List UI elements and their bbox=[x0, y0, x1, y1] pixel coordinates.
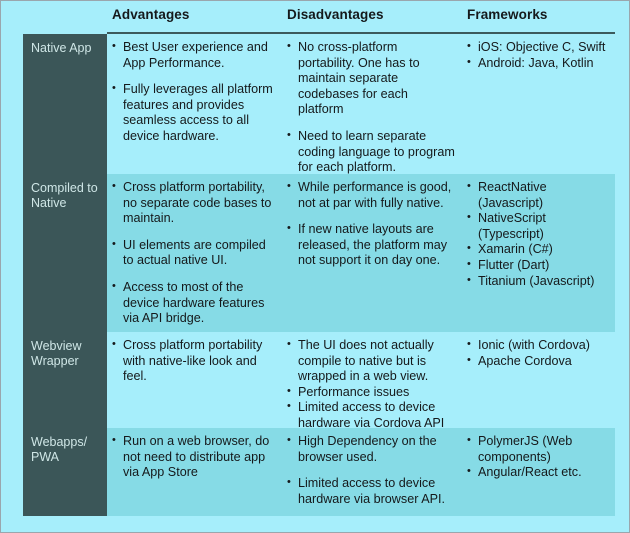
table-row: Webapps/ PWARun on a web browser, do not… bbox=[23, 428, 615, 516]
bullet-item: No cross-platform portability. One has t… bbox=[287, 39, 456, 118]
row-label-compiled-to-native: Compiled to Native bbox=[23, 174, 107, 332]
bullet-item: Best User experience and App Performance… bbox=[112, 39, 276, 71]
bullet-item: Limited access to device hardware via br… bbox=[287, 475, 456, 507]
cell-frameworks-webapps-pwa: PolymerJS (Web components)Angular/React … bbox=[462, 428, 615, 516]
bullet-item: Access to most of the device hardware fe… bbox=[112, 279, 276, 327]
bullet-item: Angular/React etc. bbox=[467, 464, 609, 481]
bullet-item: Ionic (with Cordova) bbox=[467, 337, 609, 354]
column-header-frameworks: Frameworks bbox=[467, 7, 548, 22]
bullet-item: Apache Cordova bbox=[467, 353, 609, 370]
row-label-webview-wrapper: Webview Wrapper bbox=[23, 332, 107, 428]
cell-disadvantages-webapps-pwa: High Dependency on the browser used. Limi… bbox=[282, 428, 462, 516]
table-header: Advantages Disadvantages Frameworks bbox=[107, 7, 615, 31]
table-body: Native AppBest User experience and App P… bbox=[23, 34, 615, 516]
bullet-list-disadvantages: No cross-platform portability. One has t… bbox=[287, 39, 456, 176]
bullet-item: Limited access to device hardware via Co… bbox=[287, 399, 456, 431]
bullet-item: Xamarin (C#) bbox=[467, 241, 609, 258]
bullet-item: Performance issues bbox=[287, 384, 456, 401]
cell-disadvantages-compiled-to-native: While performance is good, not at par wi… bbox=[282, 174, 462, 332]
table-row: Compiled to NativeCross platform portabi… bbox=[23, 174, 615, 332]
bullet-item: ReactNative (Javascript) bbox=[467, 179, 609, 211]
bullet-item: Titanium (Javascript) bbox=[467, 273, 609, 290]
bullet-list-frameworks: ReactNative (Javascript)NativeScript (Ty… bbox=[467, 179, 609, 290]
row-label-native-app: Native App bbox=[23, 34, 107, 174]
bullet-item: NativeScript (Typescript) bbox=[467, 210, 609, 242]
bullet-item: Cross platform portability, no separate … bbox=[112, 179, 276, 227]
bullet-list-disadvantages: High Dependency on the browser used. Limi… bbox=[287, 433, 456, 507]
bullet-list-frameworks: Ionic (with Cordova)Apache Cordova bbox=[467, 337, 609, 370]
bullet-item: Fully leverages all platform features an… bbox=[112, 81, 276, 144]
bullet-list-advantages: Best User experience and App Performance… bbox=[112, 39, 276, 145]
bullet-list-frameworks: iOS: Objective C, SwiftAndroid: Java, Ko… bbox=[467, 39, 609, 72]
column-header-disadvantages: Disadvantages bbox=[287, 7, 384, 22]
bullet-list-disadvantages: The UI does not actually compile to nati… bbox=[287, 337, 456, 432]
row-label-webapps-pwa: Webapps/ PWA bbox=[23, 428, 107, 516]
bullet-item: Android: Java, Kotlin bbox=[467, 55, 609, 72]
cell-frameworks-compiled-to-native: ReactNative (Javascript)NativeScript (Ty… bbox=[462, 174, 615, 332]
bullet-list-disadvantages: While performance is good, not at par wi… bbox=[287, 179, 456, 269]
column-header-advantages: Advantages bbox=[112, 7, 190, 22]
comparison-table-page: Advantages Disadvantages Frameworks Nati… bbox=[0, 0, 630, 533]
cell-advantages-webview-wrapper: Cross platform portability with native-l… bbox=[107, 332, 282, 428]
bullet-item: The UI does not actually compile to nati… bbox=[287, 337, 456, 385]
bullet-item: iOS: Objective C, Swift bbox=[467, 39, 609, 56]
bullet-item: UI elements are compiled to actual nativ… bbox=[112, 237, 276, 269]
bullet-list-advantages: Run on a web browser, do not need to dis… bbox=[112, 433, 276, 481]
cell-frameworks-webview-wrapper: Ionic (with Cordova)Apache Cordova bbox=[462, 332, 615, 428]
bullet-item: Need to learn separate coding language t… bbox=[287, 128, 456, 176]
bullet-item: Run on a web browser, do not need to dis… bbox=[112, 433, 276, 481]
cell-disadvantages-webview-wrapper: The UI does not actually compile to nati… bbox=[282, 332, 462, 430]
bullet-item: Cross platform portability with native-l… bbox=[112, 337, 276, 385]
table-row: Webview WrapperCross platform portabilit… bbox=[23, 332, 615, 430]
bullet-item: Flutter (Dart) bbox=[467, 257, 609, 274]
bullet-list-advantages: Cross platform portability with native-l… bbox=[112, 337, 276, 385]
bullet-item: If new native layouts are released, the … bbox=[287, 221, 456, 269]
bullet-item: While performance is good, not at par wi… bbox=[287, 179, 456, 211]
bullet-list-frameworks: PolymerJS (Web components)Angular/React … bbox=[467, 433, 609, 481]
bullet-item: High Dependency on the browser used. bbox=[287, 433, 456, 465]
cell-advantages-native-app: Best User experience and App Performance… bbox=[107, 34, 282, 174]
bullet-item: PolymerJS (Web components) bbox=[467, 433, 609, 465]
cell-advantages-webapps-pwa: Run on a web browser, do not need to dis… bbox=[107, 428, 282, 516]
cell-disadvantages-native-app: No cross-platform portability. One has t… bbox=[282, 34, 462, 174]
cell-advantages-compiled-to-native: Cross platform portability, no separate … bbox=[107, 174, 282, 332]
cell-frameworks-native-app: iOS: Objective C, SwiftAndroid: Java, Ko… bbox=[462, 34, 615, 174]
bullet-list-advantages: Cross platform portability, no separate … bbox=[112, 179, 276, 327]
table-row: Native AppBest User experience and App P… bbox=[23, 34, 615, 174]
